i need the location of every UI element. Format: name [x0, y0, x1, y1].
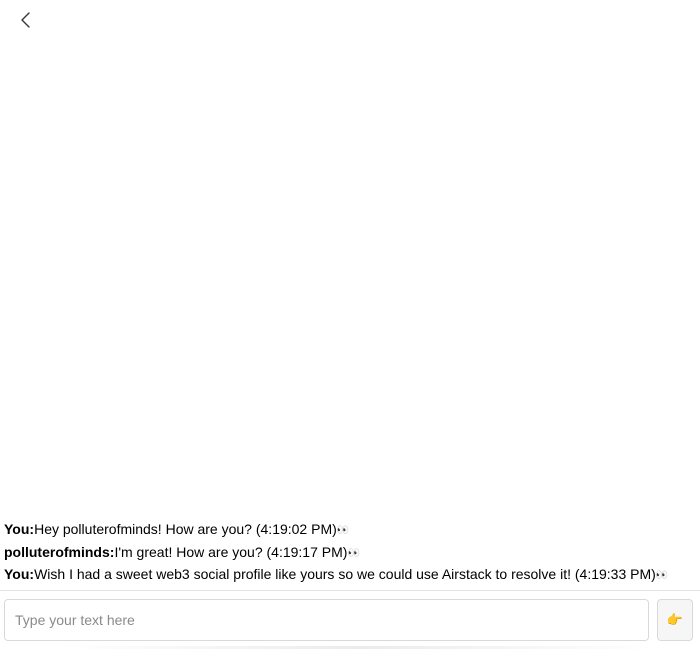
- chevron-left-icon: [21, 12, 30, 28]
- message-list: You:Hey polluterofminds! How are you? (4…: [4, 519, 696, 587]
- message-text: Wish I had a sweet web3 social profile l…: [34, 566, 656, 582]
- message-text: I'm great! How are you? (4:19:17 PM): [114, 543, 348, 560]
- send-button[interactable]: 👉: [657, 599, 693, 641]
- message-input[interactable]: [4, 599, 649, 641]
- message-composer: 👉: [4, 599, 698, 643]
- message-item: You:Hey polluterofminds! How are you? (4…: [4, 519, 696, 542]
- message-sender: polluterofminds:: [4, 543, 115, 560]
- message-item: polluterofminds:I'm great! How are you? …: [4, 542, 696, 565]
- message-sender: You:: [4, 521, 35, 537]
- back-button[interactable]: [14, 8, 38, 32]
- eyes-icon: 👀: [347, 547, 359, 559]
- chat-app: You:Hey polluterofminds! How are you? (4…: [0, 0, 700, 649]
- message-text: Hey polluterofminds! How are you? (4:19:…: [34, 521, 337, 537]
- pointing-hand-icon: 👉: [666, 612, 684, 627]
- composer-divider: [0, 590, 700, 591]
- message-item: You:Wish I had a sweet web3 social profi…: [4, 564, 696, 587]
- eyes-icon: 👀: [336, 525, 349, 536]
- message-sender: You:: [4, 566, 35, 582]
- eyes-icon: 👀: [655, 570, 668, 581]
